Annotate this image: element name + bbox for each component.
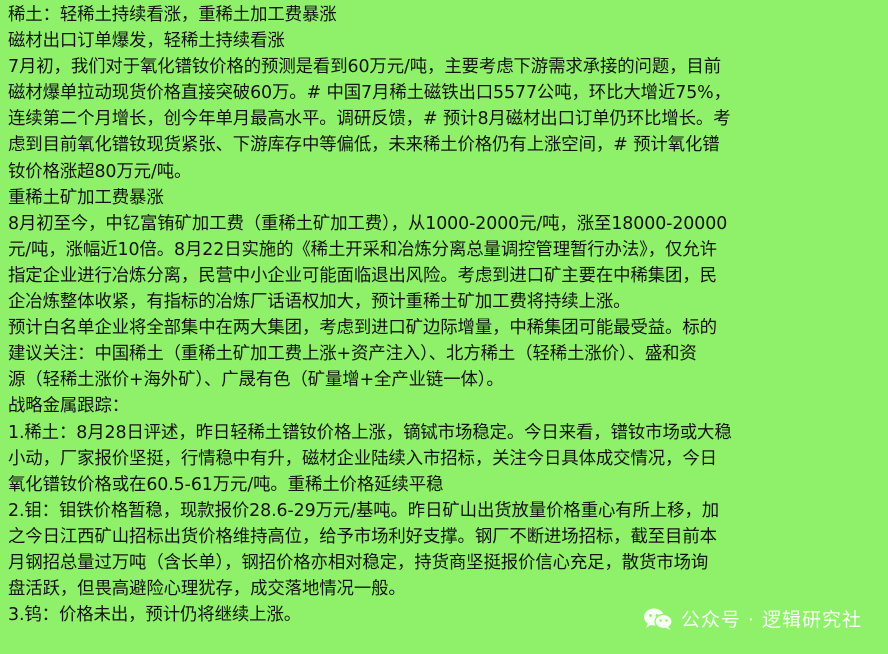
paragraph-line: 虑到目前氧化镨钕现货紧张、下游库存中等偏低，未来稀土价格仍有上涨空间，# 预计氧…: [8, 135, 720, 156]
heading-rare-earth: 稀土：轻稀土持续看涨，重稀土加工费暴涨: [8, 5, 337, 25]
paragraph-line: 月钢招总量过万吨（含长单），钢招价格亦相对稳定，持货商坚挺报价信心充足，散货市场…: [8, 552, 709, 573]
wechat-icon: [643, 607, 673, 631]
watermark: 公众号 · 逻辑研究社: [643, 605, 862, 632]
paragraph-line: 连续第二个月增长，创今年单月最高水平。调研反馈，# 预计8月磁材出口订单仍环比增…: [8, 109, 731, 130]
watermark-text: 公众号 · 逻辑研究社: [680, 609, 862, 631]
paragraph-line: 指定企业进行冶炼分离，民营中小企业可能面临退出风险。考虑到进口矿主要在中稀集团，…: [8, 265, 717, 286]
list-item-molybdenum: 2.钼：钼铁价格暂稳，现款报价28.6-29万元/基吨。昨日矿山出货放量价格重心…: [8, 500, 720, 521]
paragraph-line: 8月初至今，中钇富铕矿加工费（重稀土矿加工费），从1000-2000元/吨，涨至…: [8, 213, 728, 234]
paragraph-line: 小动，厂家报价坚挺，行情稳中有升，磁材企业陆续入市招标，关注今日具体成交情况，今…: [8, 448, 717, 469]
paragraph-line: 磁材爆单拉动现货价格直接突破60万。# 中国7月稀土磁铁出口5577公吨，环比大…: [8, 83, 731, 104]
paragraph-line: 企冶炼整体收紧，有指标的冶炼厂话语权加大，预计重稀土矿加工费将持续上涨。: [8, 292, 631, 313]
paragraph-line: 源（轻稀土涨价+海外矿）、广晟有色（矿量增+全产业链一体）。: [8, 370, 504, 391]
paragraph-line: 预计白名单企业将全部集中在两大集团，考虑到进口矿边际增量，中稀集团可能最受益。标…: [8, 318, 717, 339]
paragraph-line: 氧化镨钕价格或在60.5-61万元/吨。重稀土价格延续平稳: [8, 474, 444, 495]
paragraph-line: 之今日江西矿山招标出货价格维持高位，给予市场利好支撑。钢厂不断进场招标，截至目前…: [8, 526, 717, 547]
paragraph-line: 建议关注：中国稀土（重稀土矿加工费上涨+资产注入）、北方稀土（轻稀土涨价）、盛和…: [8, 344, 697, 365]
paragraph-line: 钕价格涨超80万元/吨。: [8, 161, 192, 182]
paragraph-line: 7月初，我们对于氧化镨钕价格的预测是看到60万元/吨，主要考虑下游需求承接的问题…: [8, 57, 721, 78]
subheading-strategic-metals: 战略金属跟踪：: [8, 396, 130, 417]
list-item-rare-earth: 1.稀土：8月28日评述，昨日轻稀土镨钕价格上涨，镝铽市场稳定。今日来看，镨钕市…: [8, 422, 732, 443]
paragraph-line: 元/吨，涨幅近10倍。8月22日实施的《稀土开采和冶炼分离总量调控管理暂行办法》…: [8, 239, 717, 260]
paragraph-line: 盘活跃，但畏高避险心理犹存，成交落地情况一般。: [8, 579, 406, 600]
document-body: 稀土：轻稀土持续看涨，重稀土加工费暴涨 磁材出口订单爆发，轻稀土持续看涨 7月初…: [0, 0, 888, 654]
subheading-magnet-exports: 磁材出口订单爆发，轻稀土持续看涨: [8, 31, 285, 52]
subheading-heavy-rare-earth: 重稀土矿加工费暴涨: [8, 187, 164, 208]
